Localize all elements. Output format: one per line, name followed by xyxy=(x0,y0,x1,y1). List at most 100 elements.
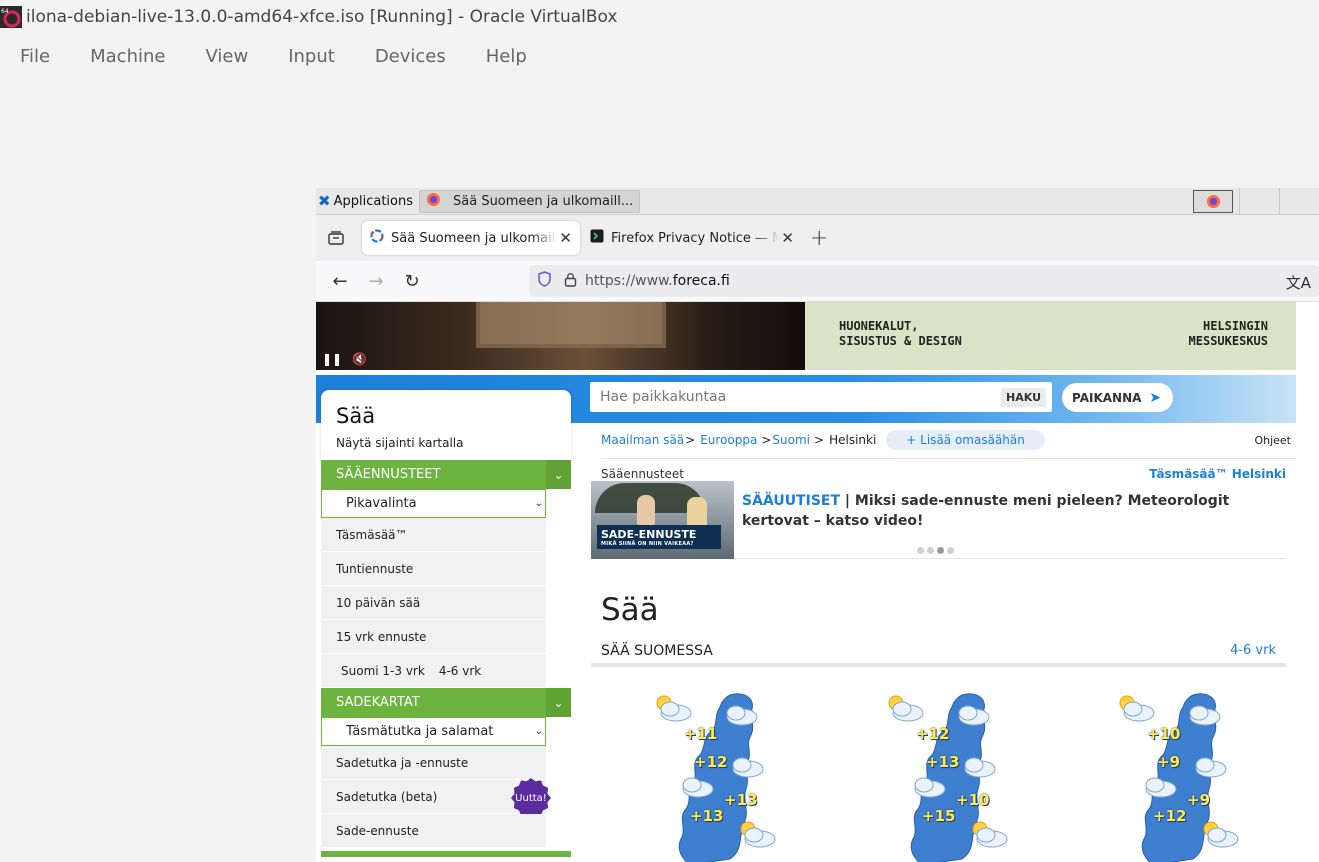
muted-speaker-icon[interactable]: 🔇 xyxy=(352,352,367,366)
temperature-label: +15 xyxy=(922,807,956,825)
back-arrow-icon[interactable]: ← xyxy=(322,265,358,297)
forward-arrow-icon[interactable]: → xyxy=(358,265,394,297)
url-bar[interactable]: https://www.foreca.fi 文A xyxy=(529,265,1319,297)
xfce-logo-icon: ✖ xyxy=(318,192,331,210)
breadcrumb-finland[interactable]: Suomi xyxy=(772,433,810,447)
temperature-label: +10 xyxy=(1147,725,1181,743)
breadcrumb-world[interactable]: Maailman sää xyxy=(601,433,684,447)
url-text[interactable]: https://www.foreca.fi xyxy=(585,273,730,289)
ad-left-text: HUONEKALUT, SISUSTUS & DESIGN xyxy=(839,319,962,348)
finland-weather-header: SÄÄ SUOMESSA 4-6 vrk xyxy=(601,643,1276,659)
carousel-dot[interactable] xyxy=(927,547,934,554)
tab-label: Firefox Privacy Notice — M xyxy=(611,230,780,246)
carousel-dot[interactable] xyxy=(947,547,954,554)
terminal-favicon-icon xyxy=(590,229,604,247)
vbox-titlebar: 64 ilona-debian-live-13.0.0-amd64-xfce.i… xyxy=(0,0,1319,34)
sidebar-item-15-days[interactable]: 15 vrk ennuste xyxy=(321,620,546,654)
location-search-input[interactable] xyxy=(590,389,1002,405)
lock-icon[interactable] xyxy=(564,272,577,291)
sidebar-item-sadetutka-beta[interactable]: Sadetutka (beta) Uutta! xyxy=(321,778,551,818)
workspace-2[interactable] xyxy=(1239,188,1279,215)
carousel-dot-active[interactable] xyxy=(937,547,944,554)
menu-devices[interactable]: Devices xyxy=(355,46,466,67)
section-sadekartat[interactable]: SADEKARTAT ⌄ xyxy=(321,688,571,717)
ad-text-panel[interactable]: HUONEKALUT, SISUSTUS & DESIGN HELSINGIN … xyxy=(805,302,1296,370)
menu-file[interactable]: File xyxy=(0,46,70,67)
finland-map-day3[interactable]: +10 +9 +9 +12 xyxy=(1109,687,1239,862)
divider xyxy=(601,458,1296,459)
news-carousel[interactable]: SADE-ENNUSTE MIKÄ SIINÄ ON NIIN VAIKEAA?… xyxy=(591,481,1286,559)
menu-input[interactable]: Input xyxy=(268,46,355,67)
temperature-label: +12 xyxy=(916,725,950,743)
workspace-3[interactable] xyxy=(1279,188,1319,215)
sidebar-next-section[interactable] xyxy=(321,851,571,857)
thumbnail-caption: SADE-ENNUSTE MIKÄ SIINÄ ON NIIN VAIKEAA? xyxy=(597,525,721,549)
virtualbox-app-icon: 64 xyxy=(0,6,22,28)
menu-help[interactable]: Help xyxy=(466,46,547,67)
suomi-1-3-link[interactable]: Suomi 1-3 vrk xyxy=(341,664,425,678)
firefox-tabbar: Sää Suomeen ja ulkomaille ✕ Firefox Priv… xyxy=(316,215,1319,261)
section-saaennusteet[interactable]: SÄÄENNUSTEET ⌄ xyxy=(321,460,571,489)
temperature-label: +9 xyxy=(1157,753,1181,771)
quick-select-dropdown[interactable]: Pikavalinta ⌄ xyxy=(321,489,546,518)
window-title: ilona-debian-live-13.0.0-amd64-xfce.iso … xyxy=(26,7,618,27)
xfce-tray xyxy=(1193,188,1319,215)
carousel-dot[interactable] xyxy=(917,547,924,554)
days-4-6-link[interactable]: 4-6 vrk xyxy=(1230,643,1276,659)
locate-label: PAIKANNA xyxy=(1072,390,1142,405)
close-tab-icon[interactable]: ✕ xyxy=(781,229,794,247)
ad-video[interactable]: ❚❚ 🔇 xyxy=(316,302,805,370)
reload-icon[interactable]: ↻ xyxy=(394,265,430,297)
temperature-label: +12 xyxy=(694,753,728,771)
foreca-favicon-icon xyxy=(370,229,384,247)
new-tab-plus-icon[interactable]: + xyxy=(810,226,828,251)
applications-label: Applications xyxy=(333,193,413,209)
breadcrumb-europe[interactable]: Eurooppa xyxy=(700,433,757,447)
temperature-label: +13 xyxy=(690,807,724,825)
chevron-down-icon[interactable]: ⌄ xyxy=(546,460,571,489)
show-on-map-link[interactable]: Näytä sijainti kartalla xyxy=(336,436,556,450)
sidebar-item-10-days[interactable]: 10 päivän sää xyxy=(321,586,546,620)
finland-map-day1[interactable]: +11 +12 +13 +13 xyxy=(646,687,776,862)
tracking-protection-shield-icon[interactable] xyxy=(537,271,552,291)
ad-video-controls: ❚❚ 🔇 xyxy=(322,352,367,366)
finland-map-day2[interactable]: +12 +13 +10 +15 xyxy=(878,687,1008,862)
finland-map-shape xyxy=(888,693,1008,862)
vbox-menubar: File Machine View Input Devices Help xyxy=(0,38,547,74)
help-link[interactable]: Ohjeet xyxy=(1254,434,1291,447)
sidebar-item-tuntiennuste[interactable]: Tuntiennuste xyxy=(321,552,546,586)
menu-view[interactable]: View xyxy=(185,46,268,67)
workspace-firefox-icon[interactable] xyxy=(1193,190,1233,213)
list-all-tabs-icon xyxy=(328,231,344,245)
news-thumbnail[interactable]: SADE-ENNUSTE MIKÄ SIINÄ ON NIIN VAIKEAA? xyxy=(591,481,734,559)
close-tab-icon[interactable]: ✕ xyxy=(559,229,572,247)
tab-privacy-notice[interactable]: Firefox Privacy Notice — M ✕ xyxy=(582,221,802,255)
applications-menu[interactable]: ✖ Applications xyxy=(316,188,413,214)
search-button[interactable]: HAKU xyxy=(1001,387,1046,407)
chevron-down-icon[interactable]: ⌄ xyxy=(546,688,571,717)
tab-list-button[interactable] xyxy=(316,215,356,261)
menu-machine[interactable]: Machine xyxy=(70,46,185,67)
sidebar-item-sadetutka-ennuste[interactable]: Sadetutka ja -ennuste xyxy=(321,746,546,780)
guest-screen: ✖ Applications Sää Suomeen ja ulkomaill.… xyxy=(316,188,1319,862)
ad-banner[interactable]: ❚❚ 🔇 HUONEKALUT, SISUSTUS & DESIGN HELSI… xyxy=(316,302,1296,370)
radar-select-dropdown[interactable]: Täsmätutka ja salamat ⌄ xyxy=(321,717,546,746)
taskbar-firefox-window[interactable]: Sää Suomeen ja ulkomaill... xyxy=(419,189,641,213)
svg-text:64: 64 xyxy=(1,8,9,15)
tab-foreca[interactable]: Sää Suomeen ja ulkomaille ✕ xyxy=(362,221,580,255)
tab-label: Sää Suomeen ja ulkomaille xyxy=(391,230,558,246)
locate-button[interactable]: PAIKANNA ➤ xyxy=(1062,383,1174,412)
tasmasaa-helsinki-link[interactable]: Täsmäsää™ Helsinki xyxy=(1149,467,1286,481)
suomi-4-6-link[interactable]: 4-6 vrk xyxy=(439,664,481,678)
news-headline[interactable]: SÄÄUUTISET | Miksi sade-ennuste meni pie… xyxy=(742,491,1277,531)
chevron-down-icon: ⌄ xyxy=(534,726,543,737)
forecast-header: Sääennusteet Täsmäsää™ Helsinki xyxy=(601,467,1286,481)
sidebar-item-sade-ennuste[interactable]: Sade-ennuste xyxy=(321,814,546,848)
firefox-icon xyxy=(426,192,441,211)
sidebar-item-tasmasaa[interactable]: Täsmäsää™ xyxy=(321,518,546,552)
translate-icon[interactable]: 文A xyxy=(1286,272,1311,293)
pause-icon[interactable]: ❚❚ xyxy=(322,352,342,366)
temperature-label: +9 xyxy=(1187,791,1211,809)
web-page: ❚❚ 🔇 HUONEKALUT, SISUSTUS & DESIGN HELSI… xyxy=(316,302,1319,862)
add-to-favorites-button[interactable]: + Lisää omasäähän xyxy=(886,430,1045,450)
